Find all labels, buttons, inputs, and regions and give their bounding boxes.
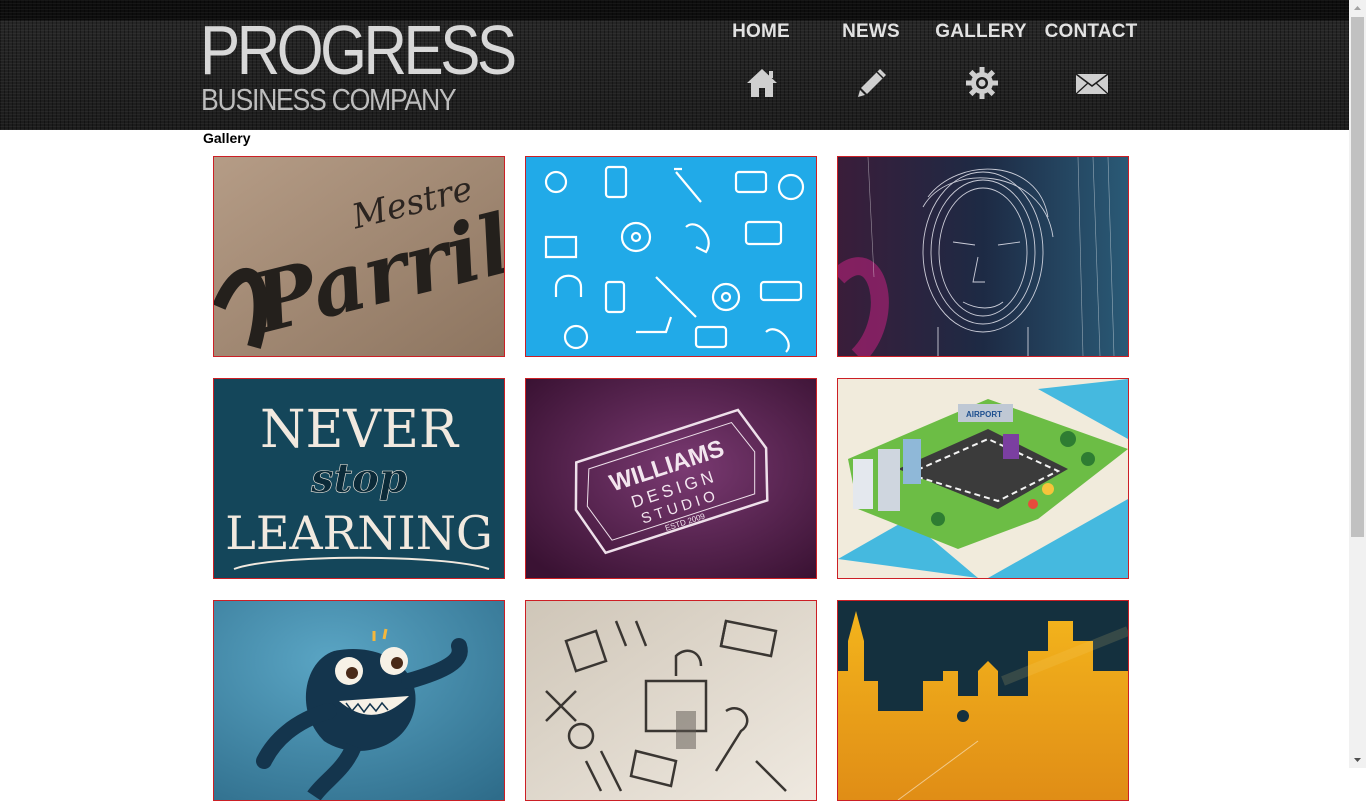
gallery-tile-yellow-skyline[interactable] — [837, 600, 1129, 801]
brand-subtitle: BUSINESS COMPANY — [201, 82, 457, 117]
tile-text: LEARNING — [225, 506, 492, 560]
tools-sketch-image — [526, 601, 816, 800]
pencil-icon — [858, 69, 886, 97]
gear-icon — [966, 67, 998, 99]
never-stop-learning-image: NEVER stop LEARNING — [214, 379, 504, 578]
nav-news-label: NEWS — [842, 21, 900, 42]
mestre-parrilla-image: Mestre Parrill — [214, 157, 504, 356]
gallery-tile-blue-monster[interactable] — [213, 600, 505, 801]
gallery-tile-line-portrait[interactable] — [837, 156, 1129, 357]
nav-contact[interactable]: CONTACT — [1036, 0, 1146, 120]
williams-design-studio-image: WILLIAMS DESIGN STUDIO ESTD 2009 — [526, 379, 816, 578]
tile-text: NEVER — [260, 400, 460, 460]
music-pattern-image — [526, 157, 816, 356]
home-icon — [747, 69, 777, 97]
tile-text: AIRPORT — [966, 410, 1002, 419]
isometric-city-image: AIRPORT — [838, 379, 1128, 578]
envelope-icon — [1075, 73, 1109, 95]
blue-monster-image — [214, 601, 504, 800]
gallery-tile-williams-design-studio[interactable]: WILLIAMS DESIGN STUDIO ESTD 2009 — [525, 378, 817, 579]
site-header: PROGRESS BUSINESS COMPANY HOME NEWS GALL… — [0, 0, 1349, 130]
nav-contact-label: CONTACT — [1044, 21, 1138, 42]
scrollbar-thumb[interactable] — [1351, 17, 1364, 537]
gallery-tile-never-stop-learning[interactable]: NEVER stop LEARNING — [213, 378, 505, 579]
scroll-up-arrow-icon[interactable] — [1349, 0, 1366, 17]
tile-text: stop — [310, 455, 407, 502]
nav-home[interactable]: HOME — [706, 0, 816, 120]
nav-home-label: HOME — [732, 21, 790, 42]
gallery-tile-tools-sketch[interactable] — [525, 600, 817, 801]
nav-news[interactable]: NEWS — [816, 0, 926, 120]
page-title: Gallery — [203, 130, 251, 146]
nav-gallery[interactable]: GALLERY — [926, 0, 1036, 120]
yellow-skyline-image — [838, 601, 1128, 800]
gallery-tile-music-pattern[interactable] — [525, 156, 817, 357]
nav-gallery-label: GALLERY — [935, 21, 1027, 42]
gallery-tile-mestre-parrilla[interactable]: Mestre Parrill — [213, 156, 505, 357]
gallery-tile-isometric-city[interactable]: AIRPORT — [837, 378, 1129, 579]
line-portrait-image — [838, 157, 1128, 356]
brand-title[interactable]: PROGRESS — [200, 12, 517, 88]
scroll-down-arrow-icon[interactable] — [1349, 751, 1366, 768]
